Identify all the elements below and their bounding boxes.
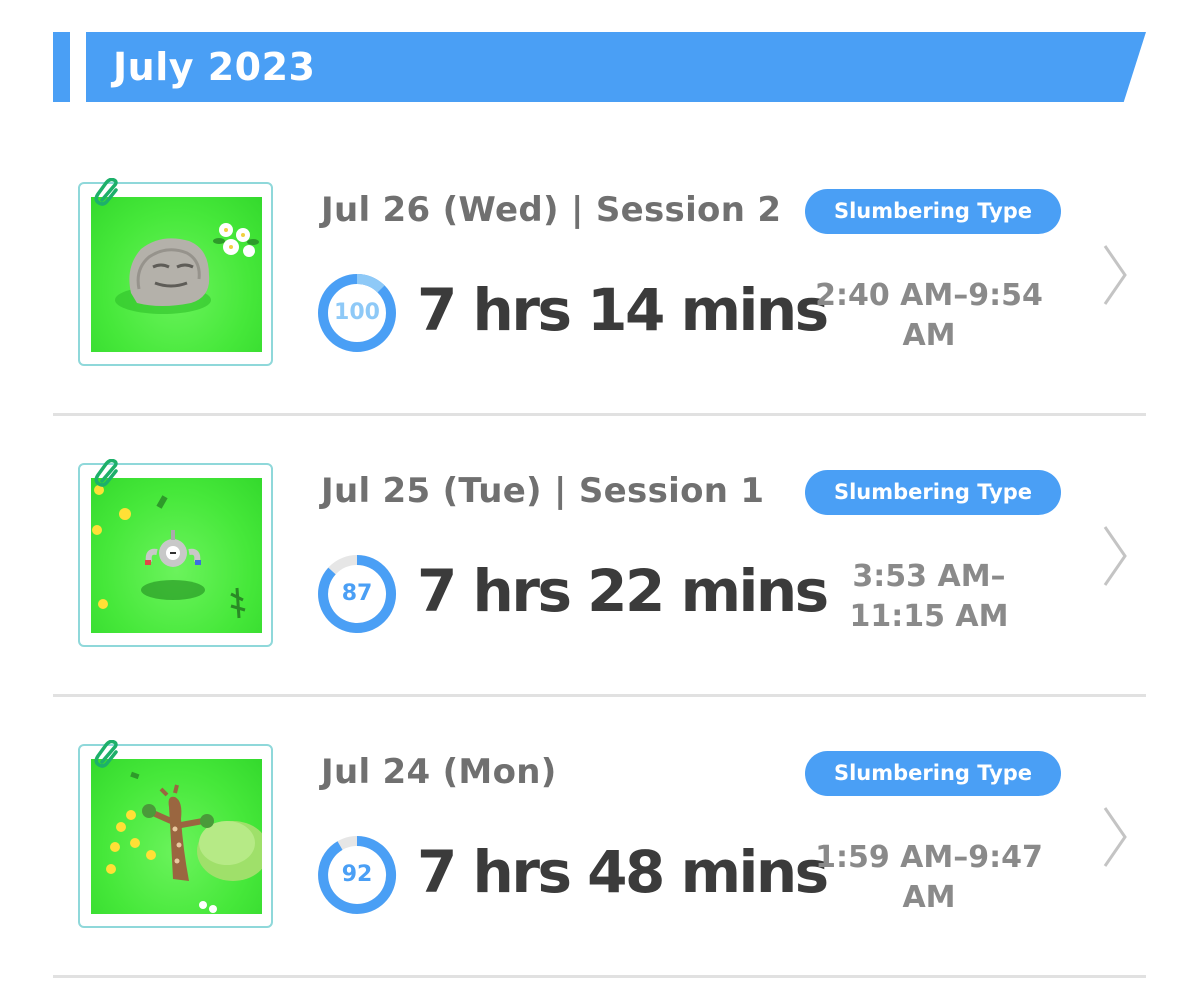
session-thumbnail [78,178,273,366]
sleep-duration: 7 hrs 14 mins [417,276,829,344]
sleep-time-range: 2:40 AM–9:54 AM [815,278,1043,353]
paperclip-icon [94,178,118,206]
month-title: July 2023 [113,45,316,89]
sleep-score-ring: 92 [317,835,397,915]
sleep-time-range: 3:53 AM–11:15 AM [849,559,1009,634]
sleep-session-row[interactable]: Jul 24 (Mon) Slumbering Type 92 7 hrs 48… [53,696,1146,978]
sleep-type-badge: Slumbering Type [805,751,1061,796]
month-header: July 2023 [53,32,1146,102]
month-header-stripe [53,32,70,102]
paperclip-icon [94,459,118,487]
sleep-type-badge: Slumbering Type [805,189,1061,234]
sleep-type-badge: Slumbering Type [805,470,1061,515]
chevron-right-icon[interactable] [1101,525,1129,587]
sleep-score-value: 87 [341,581,373,606]
chevron-right-icon[interactable] [1101,244,1129,306]
scene-sleeping-rock [91,197,262,352]
scene-magnet [91,478,262,633]
sleep-score-value: 100 [334,300,380,325]
sleep-session-row[interactable]: Jul 26 (Wed) | Session 2 Slumbering Type… [53,134,1146,416]
session-thumbnail [78,740,273,928]
sleep-score-ring: 100 [317,273,397,353]
sleep-duration: 7 hrs 22 mins [417,557,829,625]
scene-tree [91,759,262,914]
chevron-right-icon[interactable] [1101,806,1129,868]
paperclip-icon [94,740,118,768]
sleep-duration: 7 hrs 48 mins [417,838,829,906]
session-date: Jul 24 (Mon) [321,752,557,792]
sleep-time-range: 1:59 AM–9:47 AM [815,840,1043,915]
session-thumbnail [78,459,273,647]
session-date: Jul 26 (Wed) | Session 2 [321,190,782,230]
session-date: Jul 25 (Tue) | Session 1 [321,471,765,511]
sleep-session-row[interactable]: Jul 25 (Tue) | Session 1 Slumbering Type… [53,415,1146,697]
sleep-score-value: 92 [341,862,373,887]
sleep-score-ring: 87 [317,554,397,634]
